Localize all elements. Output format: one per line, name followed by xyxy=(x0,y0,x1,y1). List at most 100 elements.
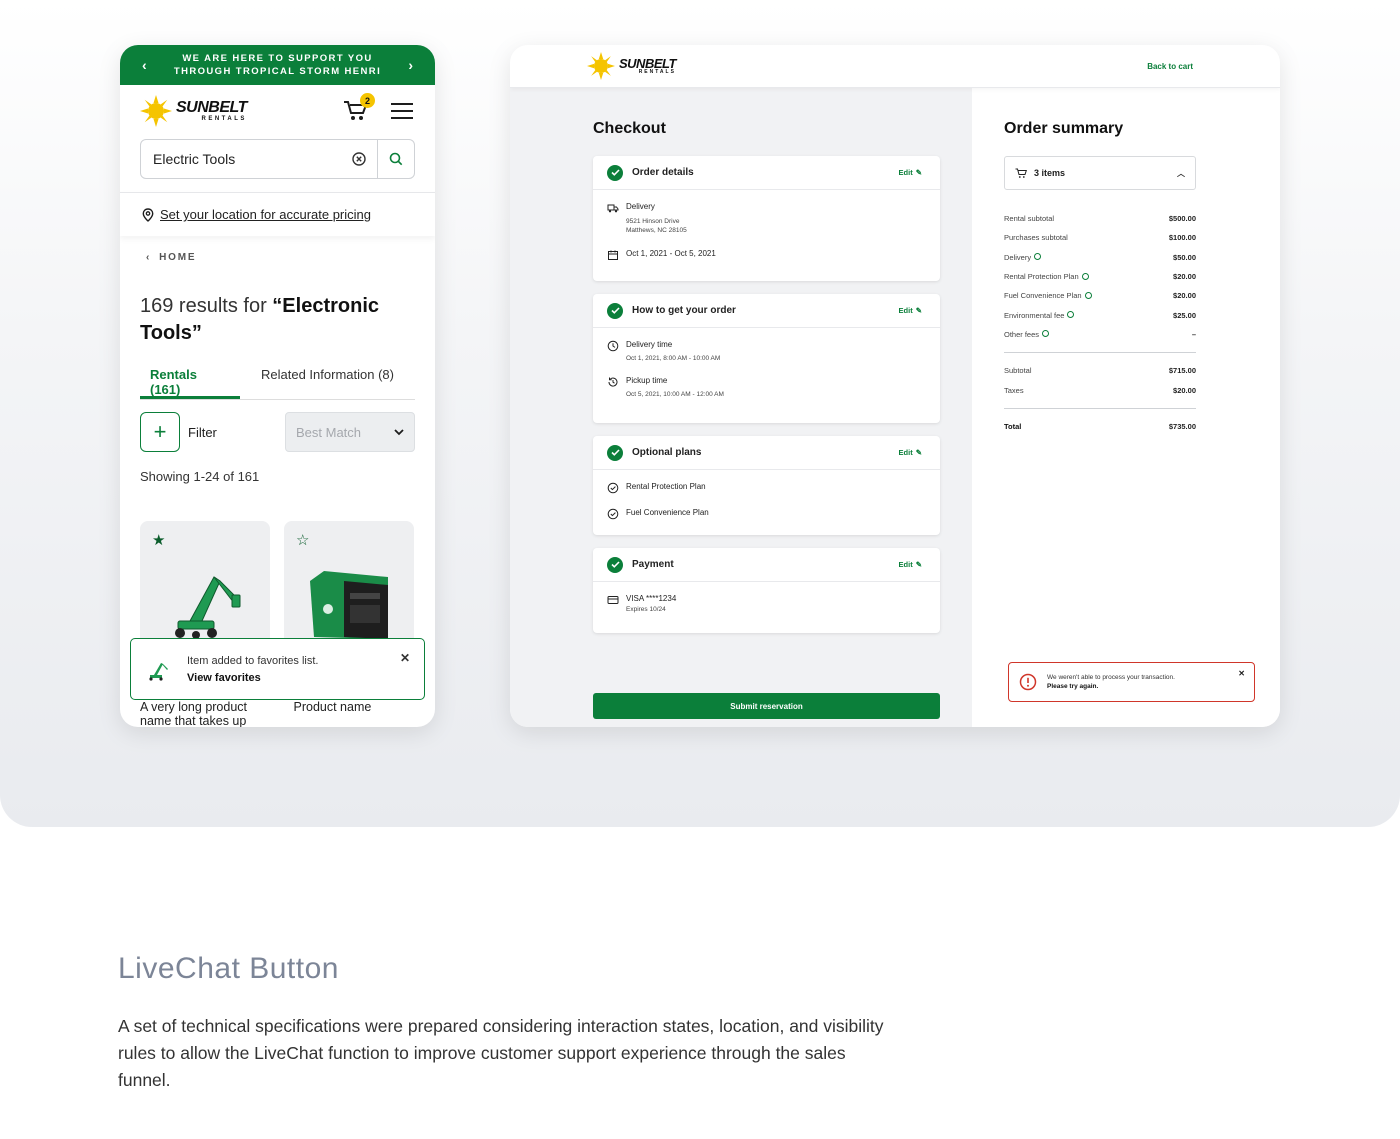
submit-reservation-button[interactable]: Submit reservation xyxy=(593,693,940,719)
sun-logo-icon xyxy=(587,52,615,80)
section-title: Payment xyxy=(632,559,674,570)
address-line-1: 9521 Hinson Drive xyxy=(626,218,680,225)
location-bar[interactable]: Set your location for accurate pricing xyxy=(120,192,435,236)
calendar-icon xyxy=(608,250,618,260)
sunbelt-logo[interactable]: SUNBELT RENTALS xyxy=(587,52,676,80)
pickup-time-value: Oct 5, 2021, 10:00 AM - 12:00 AM xyxy=(626,391,724,398)
view-favorites-link[interactable]: View favorites xyxy=(187,672,318,684)
cart-button[interactable]: 2 xyxy=(343,93,375,123)
banner-line-2: THROUGH TROPICAL STORM HENRI xyxy=(173,66,382,77)
favorite-star-filled-icon[interactable]: ★ xyxy=(152,531,165,549)
sun-logo-icon xyxy=(140,95,172,127)
address-line-2: Matthews, NC 28105 xyxy=(626,227,687,234)
search-bar: Electric Tools xyxy=(140,139,415,179)
location-pin-icon xyxy=(142,207,154,222)
items-dropdown[interactable]: 3 items ︿ xyxy=(1004,156,1196,190)
error-retry: Please try again. xyxy=(1047,683,1099,690)
summary-line: Delivery $50.00 xyxy=(1004,248,1196,267)
chevron-left-icon: ‹ xyxy=(146,252,152,263)
favorite-star-outline-icon[interactable]: ☆ xyxy=(296,531,309,549)
section-title: How to get your order xyxy=(632,305,736,316)
pencil-icon: ✎ xyxy=(915,560,922,569)
mobile-search-screen: ‹ WE ARE HERE TO SUPPORT YOU THROUGH TRO… xyxy=(120,45,435,727)
info-icon[interactable] xyxy=(1081,272,1089,280)
favorites-toast: Item added to favorites list. View favor… xyxy=(130,638,425,700)
check-badge-icon xyxy=(607,482,619,494)
items-count: 3 items xyxy=(1034,168,1066,178)
info-icon[interactable] xyxy=(1042,330,1050,338)
line-label: Other fees xyxy=(1004,329,1040,339)
check-circle-icon xyxy=(607,444,623,461)
close-toast-icon[interactable]: ✕ xyxy=(400,651,410,665)
delivery-label: Delivery xyxy=(626,202,655,211)
back-to-cart-link[interactable]: Back to cart xyxy=(1147,62,1193,71)
close-alert-icon[interactable]: ✕ xyxy=(1238,669,1245,678)
check-circle-icon xyxy=(607,302,623,319)
error-message: We weren't able to process your transact… xyxy=(1047,674,1175,681)
line-label: Fuel Convenience Plan xyxy=(1004,291,1082,301)
truck-icon xyxy=(607,204,619,213)
filter-label: Filter xyxy=(188,424,217,440)
product-name[interactable]: Product name xyxy=(294,700,421,727)
sunbelt-logo[interactable]: SUNBELT RENTALS xyxy=(140,95,247,127)
checkout-title: Checkout xyxy=(593,120,666,137)
search-input[interactable]: Electric Tools xyxy=(141,151,340,167)
cart-count-badge: 2 xyxy=(360,93,375,108)
showing-count: Showing 1-24 of 161 xyxy=(140,469,260,484)
line-amount: $20.00 xyxy=(1173,291,1196,301)
tab-rentals[interactable]: Rentals (161) xyxy=(140,367,240,399)
check-circle-icon xyxy=(607,556,623,573)
summary-line: Rental subtotal $500.00 xyxy=(1004,209,1196,228)
total-line: Total $735.00 xyxy=(1004,417,1196,436)
line-amount: $715.00 xyxy=(1168,366,1196,376)
line-amount: – xyxy=(1191,329,1196,339)
order-details-section: Order details Edit ✎ Delivery 9521 Hinson… xyxy=(593,156,940,281)
transaction-error-alert: We weren't able to process your transact… xyxy=(1008,662,1255,702)
logo-sub: RENTALS xyxy=(638,69,676,75)
chevron-down-icon xyxy=(394,428,404,435)
pickup-time-label: Pickup time xyxy=(626,376,668,385)
alert-icon xyxy=(1019,673,1037,691)
tab-related-information[interactable]: Related Information (8) xyxy=(240,367,415,399)
edit-order-details-button[interactable]: Edit ✎ xyxy=(899,168,922,177)
aerial-lift-thumb-icon xyxy=(149,663,168,681)
edit-payment-button[interactable]: Edit ✎ xyxy=(899,560,922,569)
info-icon[interactable] xyxy=(1067,311,1075,319)
product-name[interactable]: A very long product name that takes up xyxy=(140,700,267,727)
storm-banner: ‹ WE ARE HERE TO SUPPORT YOU THROUGH TRO… xyxy=(120,45,435,85)
edit-how-to-get-button[interactable]: Edit ✎ xyxy=(899,306,922,315)
plus-icon: + xyxy=(140,412,180,452)
banner-prev-icon[interactable]: ‹ xyxy=(142,57,147,73)
banner-next-icon[interactable]: › xyxy=(408,57,413,73)
order-summary-panel: Order summary 3 items ︿ Rental subtotal $… xyxy=(972,88,1280,727)
toast-message: Item added to favorites list. xyxy=(187,654,319,667)
edit-label: Edit xyxy=(898,168,913,177)
line-amount: $500.00 xyxy=(1168,214,1196,224)
line-label: Purchases subtotal xyxy=(1004,233,1068,243)
clear-search-button[interactable] xyxy=(340,140,378,178)
checkout-header: SUNBELT RENTALS Back to cart xyxy=(510,45,1280,88)
line-label: Delivery xyxy=(1004,252,1032,262)
summary-line: Rental Protection Plan $20.00 xyxy=(1004,267,1196,286)
line-label: Taxes xyxy=(1004,385,1024,395)
edit-label: Edit xyxy=(898,448,913,457)
how-to-get-section: How to get your order Edit ✎ Delivery tim… xyxy=(593,294,940,423)
location-link[interactable]: Set your location for accurate pricing xyxy=(160,207,371,222)
info-icon[interactable] xyxy=(1084,291,1092,299)
banner-line-1: WE ARE HERE TO SUPPORT YOU xyxy=(182,53,373,64)
breadcrumb[interactable]: ‹ HOME xyxy=(146,252,435,263)
line-amount: $25.00 xyxy=(1173,310,1196,320)
edit-optional-plans-button[interactable]: Edit ✎ xyxy=(899,448,922,457)
checkout-panel: Checkout Order details Edit ✎ Delivery 95… xyxy=(510,88,972,727)
info-icon[interactable] xyxy=(1034,253,1042,261)
plan-item: Fuel Convenience Plan xyxy=(626,508,709,517)
search-button[interactable] xyxy=(378,140,414,178)
breadcrumb-home[interactable]: HOME xyxy=(159,252,196,263)
pencil-icon: ✎ xyxy=(915,448,922,457)
summary-line: Environmental fee $25.00 xyxy=(1004,305,1196,324)
sort-select[interactable]: Best Match xyxy=(285,412,415,452)
divider xyxy=(1004,407,1196,409)
optional-plans-section: Optional plans Edit ✎ Rental Protection P… xyxy=(593,436,940,535)
filter-button[interactable]: + Filter xyxy=(140,412,217,452)
menu-icon[interactable] xyxy=(391,103,413,119)
